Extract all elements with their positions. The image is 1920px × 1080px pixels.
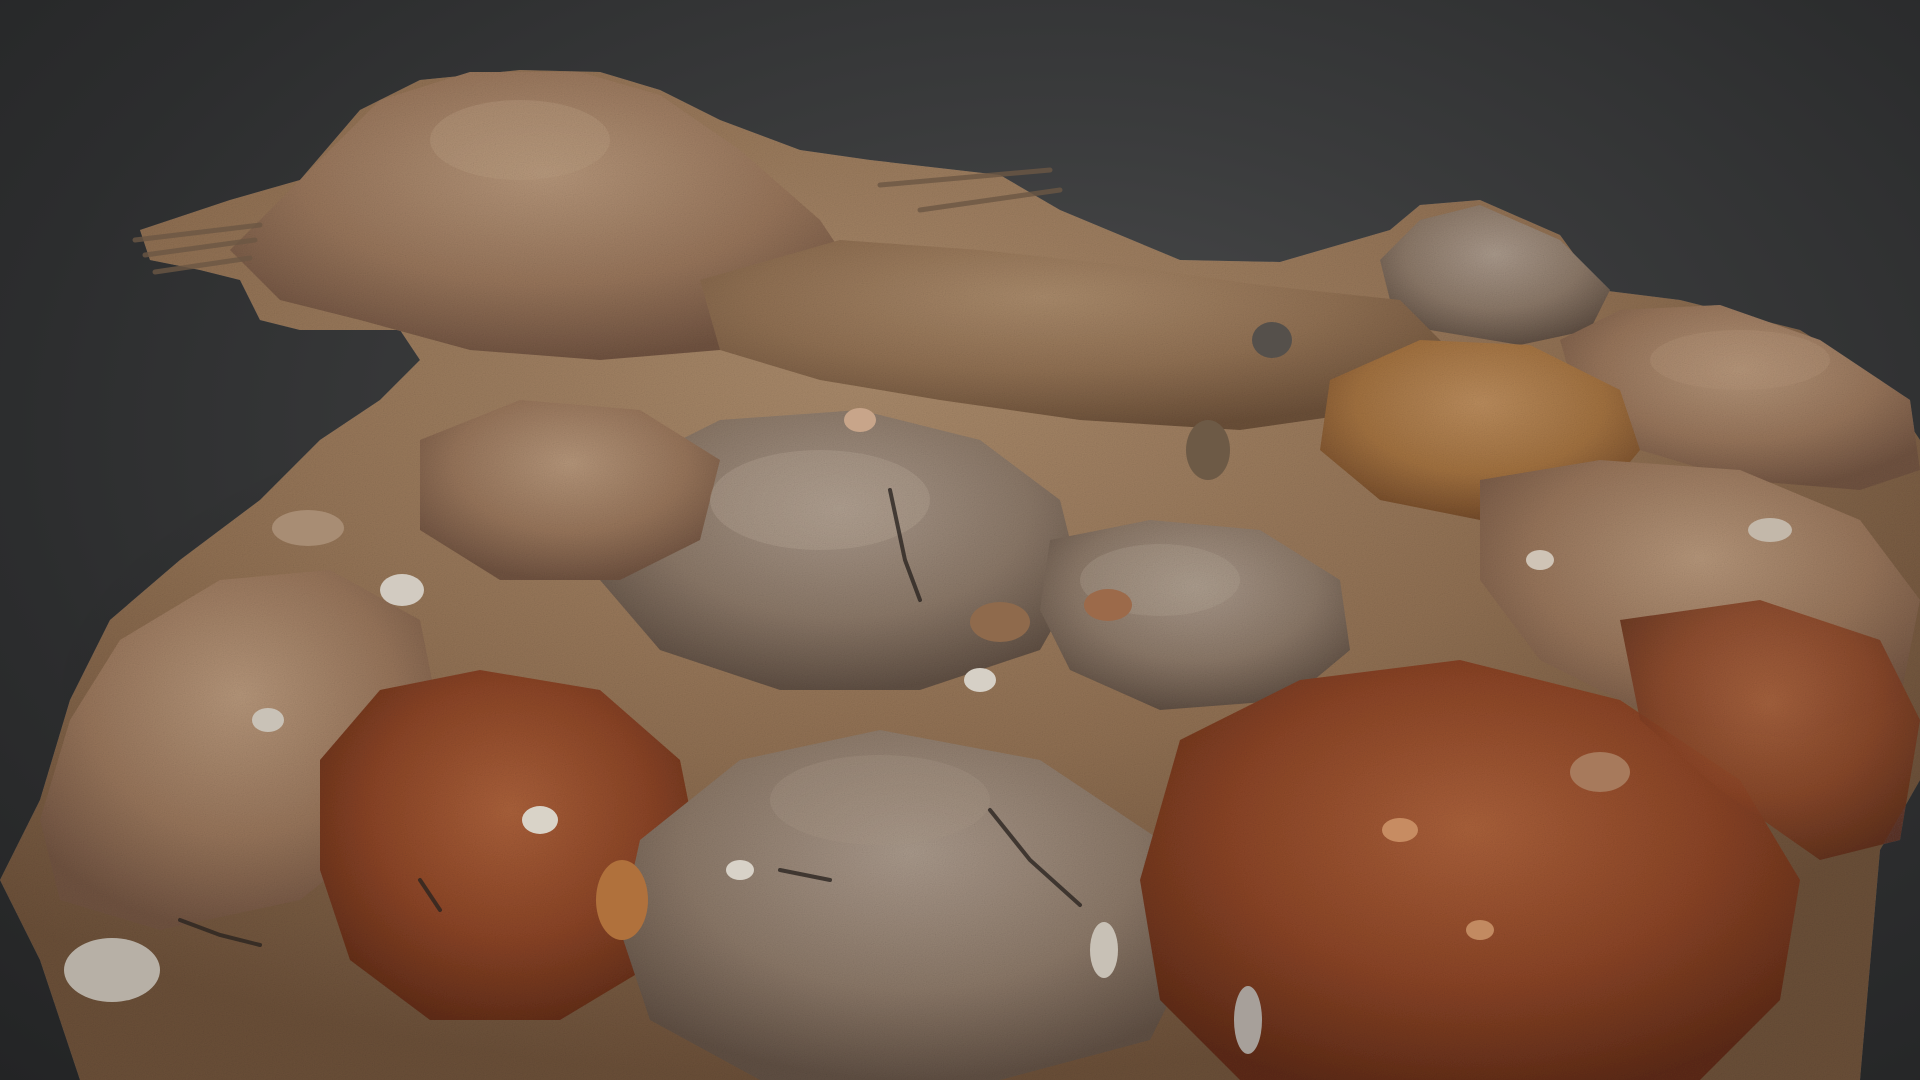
highlight-crest-5 bbox=[770, 755, 990, 845]
stone bbox=[596, 860, 648, 940]
stone bbox=[522, 806, 558, 834]
stone bbox=[252, 708, 284, 732]
stone bbox=[1234, 986, 1262, 1054]
highlight-crest-1 bbox=[430, 100, 610, 180]
stone bbox=[1252, 322, 1292, 358]
terrain-scan-render bbox=[0, 70, 1920, 1080]
stone bbox=[1748, 518, 1792, 542]
stone bbox=[726, 860, 754, 880]
stone bbox=[1084, 589, 1132, 621]
stone bbox=[1186, 420, 1230, 480]
soil-pile bbox=[0, 70, 1920, 1080]
stone bbox=[1382, 818, 1418, 842]
stone bbox=[1466, 920, 1494, 940]
stone bbox=[272, 510, 344, 546]
stone bbox=[970, 602, 1030, 642]
highlight-crest-2 bbox=[710, 450, 930, 550]
stone bbox=[964, 668, 996, 692]
render-viewport bbox=[0, 0, 1920, 1080]
highlight-crest-4 bbox=[1650, 330, 1830, 390]
stone bbox=[1570, 752, 1630, 792]
stone bbox=[844, 408, 876, 432]
stone bbox=[1526, 550, 1554, 570]
stone bbox=[380, 574, 424, 606]
stone bbox=[1090, 922, 1118, 978]
stone bbox=[64, 938, 160, 1002]
